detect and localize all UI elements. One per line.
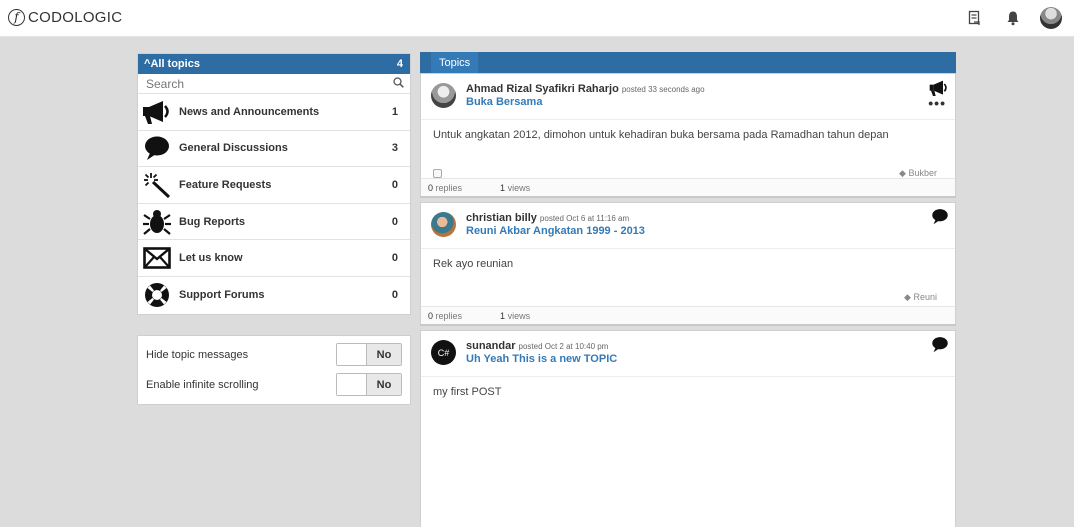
category-count: 0 [391, 215, 398, 228]
post-header: C# sunandar posted Oct 2 at 10:40 pm Uh Y… [421, 331, 955, 377]
topics-panel: Topics Ahmad Rizal Syafikri Raharjo poste… [420, 52, 956, 527]
category-let-us-know[interactable]: Let us know 0 [138, 240, 410, 277]
search-icon[interactable] [393, 76, 404, 91]
search-input[interactable]: Search [138, 74, 410, 94]
post-body: Rek ayo reunian [433, 258, 514, 270]
category-count: 0 [391, 252, 398, 265]
category-label: Support Forums [179, 289, 265, 302]
category-label: Let us know [179, 252, 243, 265]
tag-icon: ◆ [904, 292, 911, 302]
post-time: posted 33 seconds ago [621, 85, 705, 94]
category-label: News and Announcements [179, 105, 320, 118]
topic-post: Ahmad Rizal Syafikri Raharjo posted 33 se… [420, 73, 956, 198]
category-news[interactable]: News and Announcements 1 [138, 94, 410, 131]
post-body: Untuk angkatan 2012, dimohon untuk kehad… [433, 129, 889, 141]
category-count: 3 [391, 142, 398, 155]
author-avatar[interactable] [431, 83, 456, 108]
category-label: Feature Requests [179, 178, 272, 191]
category-sidebar: ^All topics 4 Search News and Announceme… [137, 53, 411, 315]
logo-mark: f [8, 9, 25, 26]
speech-bubble-icon [141, 133, 173, 163]
bug-icon [141, 207, 173, 237]
toggle-knob [337, 374, 367, 395]
hide-topic-messages-toggle[interactable]: No [336, 343, 402, 366]
category-feature-requests[interactable]: Feature Requests 0 [138, 167, 410, 204]
megaphone-icon [141, 97, 173, 127]
lifebuoy-icon [141, 280, 173, 310]
search-placeholder: Search [146, 76, 185, 91]
top-navbar: f CODOLOGIC [0, 0, 1074, 37]
setting-hide-topic-messages: Hide topic messages No [146, 342, 402, 367]
post-title[interactable]: Uh Yeah This is a new TOPIC [466, 353, 617, 365]
views-count: 1 views [500, 310, 531, 321]
speech-bubble-icon [931, 208, 949, 230]
post-body: my first POST [433, 386, 502, 398]
all-topics-header[interactable]: ^All topics 4 [138, 54, 410, 74]
post-title[interactable]: Reuni Akbar Angkatan 1999 - 2013 [466, 225, 645, 237]
avatar-text: C# [437, 347, 450, 358]
setting-label: Enable infinite scrolling [146, 378, 259, 391]
topics-header: Topics [420, 52, 956, 73]
envelope-icon [141, 243, 173, 273]
toggle-value: No [367, 344, 401, 365]
toggle-knob [337, 344, 367, 365]
post-title[interactable]: Buka Bersama [466, 96, 542, 108]
logo-text: CODOLOGIC [28, 9, 123, 26]
infinite-scrolling-toggle[interactable]: No [336, 373, 402, 396]
top-icons [964, 7, 1062, 29]
all-topics-label: ^All topics [144, 58, 200, 70]
tag-icon: ◆ [899, 168, 906, 178]
user-avatar[interactable] [1040, 7, 1062, 29]
bell-icon[interactable] [1002, 7, 1024, 29]
toggle-value: No [367, 374, 401, 395]
speech-bubble-icon [931, 336, 949, 358]
logo[interactable]: f CODOLOGIC [8, 9, 122, 26]
replies-count: 0 replies [428, 182, 463, 193]
post-author[interactable]: Ahmad Rizal Syafikri Raharjo posted 33 se… [466, 83, 705, 95]
more-options-button[interactable]: ••• [928, 96, 946, 110]
post-stats: 0 replies 1 views [421, 306, 955, 324]
author-avatar[interactable]: C# [431, 340, 456, 365]
post-author[interactable]: sunandar posted Oct 2 at 10:40 pm [466, 340, 608, 352]
setting-label: Hide topic messages [146, 348, 249, 361]
category-general[interactable]: General Discussions 3 [138, 131, 410, 168]
topic-post: christian billy posted Oct 6 at 11:16 am … [420, 202, 956, 326]
setting-infinite-scrolling: Enable infinite scrolling No [146, 372, 402, 397]
category-support-forums[interactable]: Support Forums 0 [138, 277, 410, 314]
select-checkbox[interactable] [433, 169, 442, 178]
author-avatar[interactable] [431, 212, 456, 237]
category-count: 0 [391, 178, 398, 191]
replies-count: 0 replies [428, 310, 463, 321]
settings-panel: Hide topic messages No Enable infinite s… [137, 335, 411, 405]
tab-topics[interactable]: Topics [431, 52, 479, 73]
views-count: 1 views [500, 182, 531, 193]
category-count: 0 [391, 289, 398, 302]
compose-icon[interactable] [964, 7, 986, 29]
category-count: 1 [391, 105, 398, 118]
category-bug-reports[interactable]: Bug Reports 0 [138, 204, 410, 241]
post-author[interactable]: christian billy posted Oct 6 at 11:16 am [466, 212, 629, 224]
topic-post: C# sunandar posted Oct 2 at 10:40 pm Uh Y… [420, 330, 956, 527]
post-time: posted Oct 2 at 10:40 pm [518, 342, 609, 351]
post-tag[interactable]: ◆ Reuni [904, 292, 937, 303]
post-header: Ahmad Rizal Syafikri Raharjo posted 33 se… [421, 74, 955, 120]
category-label: Bug Reports [179, 215, 245, 228]
all-topics-count: 4 [396, 58, 403, 70]
post-header: christian billy posted Oct 6 at 11:16 am … [421, 203, 955, 249]
magic-wand-icon [141, 170, 173, 200]
post-stats: 0 replies 1 views [421, 178, 955, 196]
post-time: posted Oct 6 at 11:16 am [539, 214, 630, 223]
category-label: General Discussions [179, 142, 288, 155]
